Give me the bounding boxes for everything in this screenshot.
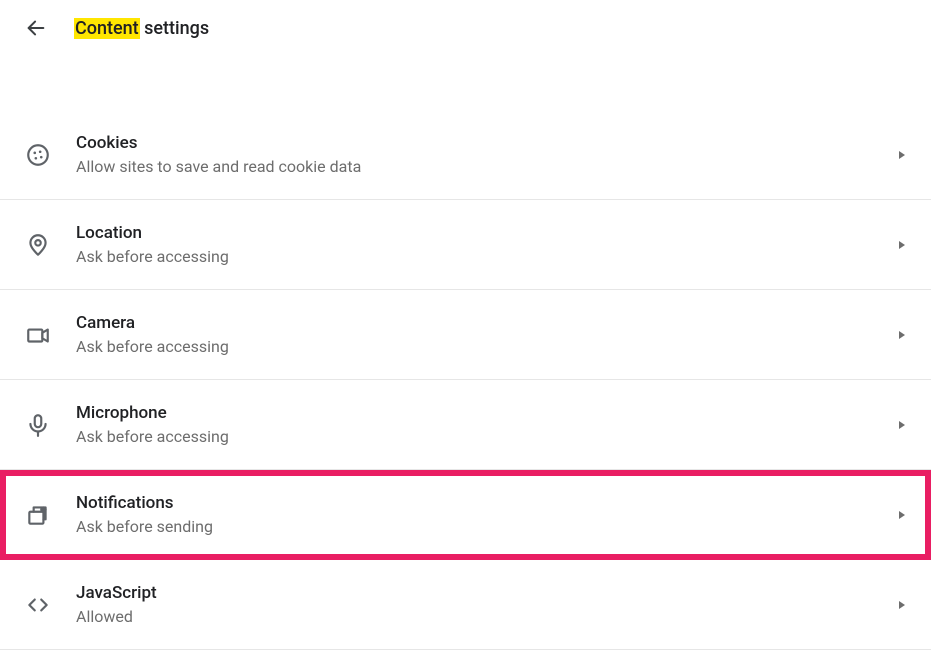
notification-icon (25, 502, 51, 528)
cookies-row-icon (20, 142, 56, 168)
chevron-right-icon (897, 240, 907, 250)
settings-row-location[interactable]: Location Ask before accessing (0, 200, 931, 290)
camera-row-icon (20, 322, 56, 348)
javascript-row-subtitle: Allowed (76, 607, 897, 626)
settings-row-javascript[interactable]: JavaScript Allowed (0, 560, 931, 650)
settings-row-notifications[interactable]: Notifications Ask before sending (0, 470, 931, 560)
location-row-subtitle: Ask before accessing (76, 247, 897, 266)
location-pin-icon (25, 232, 51, 258)
chevron-right-icon (897, 150, 907, 160)
settings-row-camera[interactable]: Camera Ask before accessing (0, 290, 931, 380)
camera-row-text: Camera Ask before accessing (76, 313, 897, 356)
notifications-row-title: Notifications (76, 493, 897, 513)
cookies-row-text: Cookies Allow sites to save and read cook… (76, 133, 897, 176)
chevron-right-icon (897, 420, 907, 430)
page-title: Content settings (74, 18, 209, 39)
cookie-icon (25, 142, 51, 168)
camera-icon (25, 322, 51, 348)
javascript-row-icon (20, 592, 56, 618)
location-row-icon (20, 232, 56, 258)
settings-row-microphone[interactable]: Microphone Ask before accessing (0, 380, 931, 470)
camera-row-title: Camera (76, 313, 897, 333)
microphone-row-title: Microphone (76, 403, 897, 423)
microphone-row-icon (20, 412, 56, 438)
javascript-row-text: JavaScript Allowed (76, 583, 897, 626)
microphone-row-subtitle: Ask before accessing (76, 427, 897, 446)
microphone-icon (25, 412, 51, 438)
page-title-rest: settings (140, 18, 209, 39)
settings-list: Cookies Allow sites to save and read cook… (0, 110, 931, 650)
location-row-title: Location (76, 223, 897, 243)
chevron-right-icon (897, 510, 907, 520)
chevron-right-icon (897, 330, 907, 340)
page-title-highlight: Content (74, 18, 140, 39)
microphone-row-text: Microphone Ask before accessing (76, 403, 897, 446)
notifications-row-icon (20, 502, 56, 528)
cookies-row-title: Cookies (76, 133, 897, 153)
back-button[interactable] (22, 14, 50, 42)
code-icon (25, 592, 51, 618)
notifications-row-text: Notifications Ask before sending (76, 493, 897, 536)
arrow-left-icon (25, 17, 47, 39)
header: Content settings (0, 0, 931, 56)
notifications-row-subtitle: Ask before sending (76, 517, 897, 536)
location-row-text: Location Ask before accessing (76, 223, 897, 266)
cookies-row-subtitle: Allow sites to save and read cookie data (76, 157, 897, 176)
chevron-right-icon (897, 600, 907, 610)
camera-row-subtitle: Ask before accessing (76, 337, 897, 356)
javascript-row-title: JavaScript (76, 583, 897, 603)
settings-row-cookies[interactable]: Cookies Allow sites to save and read cook… (0, 110, 931, 200)
